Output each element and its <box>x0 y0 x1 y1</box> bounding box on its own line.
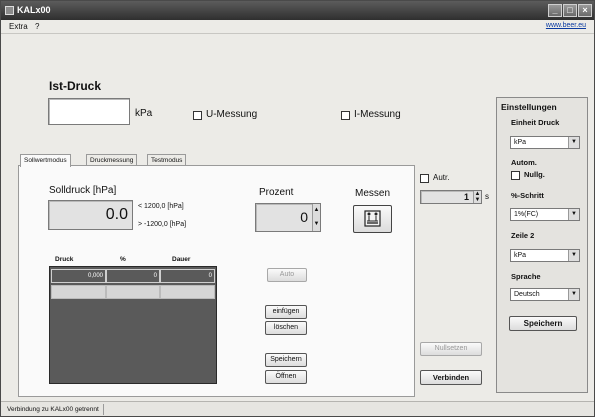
prozent-label: Prozent <box>259 187 294 198</box>
close-icon: × <box>582 5 588 15</box>
verbinden-button-label: Verbinden <box>432 373 470 382</box>
tab-testmodus-label: Testmodus <box>151 157 183 164</box>
einheit-druck-select[interactable]: kPa ▼ <box>510 136 580 149</box>
minimize-button[interactable]: _ <box>548 4 562 17</box>
ist-druck-label: Ist-Druck <box>49 79 102 93</box>
solldruck-max-limit: < 1200,0 [hPa] <box>138 203 184 210</box>
u-messung-checkbox[interactable] <box>193 111 202 120</box>
prozent-stepper[interactable]: 0 ▲ ▼ <box>255 203 321 232</box>
autom-label: Autom. <box>511 158 537 167</box>
nullsetzen-button[interactable]: Nullsetzen <box>420 342 482 356</box>
table-cell[interactable]: 0,000 <box>51 269 106 283</box>
schritt-label: %-Schritt <box>511 191 544 200</box>
window-title: KALx00 <box>17 5 51 15</box>
menu-extra[interactable]: Extra <box>9 22 28 31</box>
prozent-value: 0 <box>300 209 308 225</box>
u-messung-label: U-Messung <box>206 109 258 120</box>
website-link[interactable]: www.beer.eu <box>546 22 586 29</box>
autr-checkbox[interactable] <box>420 174 429 183</box>
settings-save-button[interactable]: Speichern <box>509 316 577 331</box>
prozent-down-icon[interactable]: ▼ <box>312 217 320 231</box>
autr-down-icon[interactable]: ▼ <box>473 197 481 203</box>
loeschen-button-label: löschen <box>273 324 299 331</box>
table-new-row-cell[interactable] <box>51 285 106 299</box>
app-window: KALx00 _ □ × Extra ? www.beer.eu Ist-Dru… <box>0 0 595 417</box>
nullg-label: Nullg. <box>524 170 545 179</box>
autr-stepper[interactable]: 1 ▲ ▼ <box>420 190 482 204</box>
ist-druck-unit: kPa <box>135 108 153 119</box>
settings-panel: Einstellungen Einheit Druck kPa ▼ Autom.… <box>496 97 588 393</box>
sprache-label: Sprache <box>511 272 541 281</box>
table-new-row-cell[interactable] <box>160 285 215 299</box>
maximize-icon: □ <box>567 5 573 15</box>
einheit-druck-value: kPa <box>514 139 527 146</box>
messen-button[interactable] <box>353 205 392 233</box>
table-header-druck: Druck <box>55 256 74 263</box>
i-messung-checkbox[interactable] <box>341 111 350 120</box>
i-messung-label: I-Messung <box>354 109 401 120</box>
settings-save-button-label: Speichern <box>523 319 563 328</box>
table-new-row-cell[interactable] <box>106 285 160 299</box>
solldruck-value: 0.0 <box>105 206 128 223</box>
nullsetzen-button-label: Nullsetzen <box>434 345 468 352</box>
loeschen-button[interactable]: löschen <box>265 321 307 335</box>
auto-button[interactable]: Auto <box>267 268 307 282</box>
prozent-up-icon[interactable]: ▲ <box>312 204 320 217</box>
status-bar: Verbindung zu KALx00 getrennt <box>1 401 594 416</box>
chevron-down-icon[interactable]: ▼ <box>568 137 579 148</box>
speichern-program-button[interactable]: Speichern <box>265 353 307 367</box>
menu-help[interactable]: ? <box>35 22 39 31</box>
settings-title: Einstellungen <box>501 102 557 112</box>
speichern-program-button-label: Speichern <box>270 356 302 363</box>
autr-unit: s <box>485 192 489 201</box>
maximize-button[interactable]: □ <box>563 4 577 17</box>
ist-druck-display <box>48 98 130 125</box>
zeile2-label: Zeile 2 <box>511 231 535 240</box>
nullg-checkbox[interactable] <box>511 171 520 180</box>
schritt-value: 1%(FC) <box>514 211 539 218</box>
chevron-down-icon[interactable]: ▼ <box>568 209 579 220</box>
table-header-percent: % <box>120 256 126 263</box>
status-text: Verbindung zu KALx00 getrennt <box>3 404 104 415</box>
zeile2-select[interactable]: kPa ▼ <box>510 249 580 262</box>
table-cell[interactable]: 0 <box>160 269 215 283</box>
einfuegen-button-label: einfügen <box>272 308 300 315</box>
table-header-dauer: Dauer <box>172 256 191 263</box>
schritt-select[interactable]: 1%(FC) ▼ <box>510 208 580 221</box>
verbinden-button[interactable]: Verbinden <box>420 370 482 385</box>
solldruck-min-limit: > -1200,0 [hPa] <box>138 221 187 228</box>
auto-button-label: Auto <box>279 271 295 278</box>
sprache-value: Deutsch <box>514 291 540 298</box>
solldruck-label: Solldruck [hPa] <box>49 185 117 196</box>
app-icon <box>5 6 14 15</box>
minimize-icon: _ <box>552 5 558 15</box>
tab-sollwertmodus[interactable]: Sollwertmodus <box>20 154 71 167</box>
sprache-select[interactable]: Deutsch ▼ <box>510 288 580 301</box>
einheit-druck-label: Einheit Druck <box>511 118 560 127</box>
autr-label: Autr. <box>433 173 450 182</box>
zeile2-value: kPa <box>514 252 527 259</box>
close-button[interactable]: × <box>578 4 592 17</box>
solldruck-input[interactable]: 0.0 <box>48 200 133 230</box>
table-cell[interactable]: 0 <box>106 269 160 283</box>
chevron-down-icon[interactable]: ▼ <box>568 289 579 300</box>
tab-sollwertmodus-label: Sollwertmodus <box>24 157 67 164</box>
title-bar[interactable]: KALx00 _ □ × <box>1 1 594 20</box>
program-table[interactable]: 0,000 0 0 <box>49 266 217 384</box>
tab-druckmessung-label: Druckmessung <box>90 157 134 164</box>
oeffnen-button-label: Öffnen <box>275 373 297 380</box>
menu-bar: Extra ? www.beer.eu <box>1 20 594 34</box>
measure-device-icon <box>364 210 381 227</box>
autr-value: 1 <box>463 192 469 202</box>
einfuegen-button[interactable]: einfügen <box>265 305 307 319</box>
chevron-down-icon[interactable]: ▼ <box>568 250 579 261</box>
messen-label: Messen <box>355 188 391 199</box>
oeffnen-button[interactable]: Öffnen <box>265 370 307 384</box>
